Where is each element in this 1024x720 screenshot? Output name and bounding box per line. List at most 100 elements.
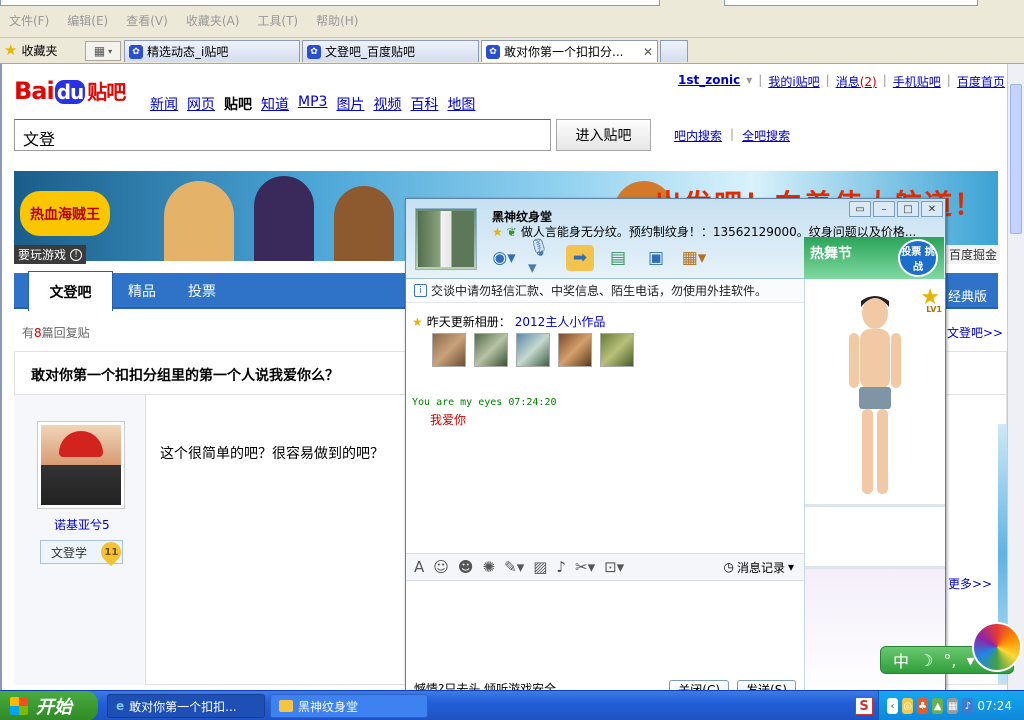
post-username[interactable]: 诺基亚兮5 — [54, 516, 110, 533]
user-level-badge[interactable]: 文登学 11 — [40, 537, 126, 567]
baidu-tieba-logo[interactable]: Bai du 贴吧 — [14, 76, 126, 105]
more-link[interactable]: 更多>> — [948, 575, 992, 592]
album-thumbnail[interactable] — [432, 333, 466, 367]
doodle-icon[interactable]: ✎▾ — [504, 558, 524, 576]
divider: | — [758, 73, 763, 87]
voice-call-icon[interactable]: 🎙▾ — [528, 238, 556, 278]
menu-tools[interactable]: 工具(T) — [248, 12, 307, 32]
ime-mode-label[interactable]: 中 — [893, 648, 909, 672]
reply-number: 8 — [34, 326, 42, 340]
font-icon[interactable]: A — [414, 558, 424, 576]
emoji-icon[interactable]: ☺ — [433, 558, 449, 576]
magic-emoji-icon[interactable]: ☻ — [458, 558, 474, 576]
menu-file[interactable]: 文件(F) — [0, 12, 58, 32]
nav-image[interactable]: 图片 — [336, 94, 364, 114]
page-scrollbar[interactable] — [1007, 64, 1024, 690]
music-icon[interactable]: ♪ — [556, 558, 566, 576]
tab-featured[interactable]: 精品 — [114, 273, 170, 309]
nav-baike[interactable]: 百科 — [410, 94, 438, 114]
minimize-icon[interactable]: – — [873, 201, 895, 217]
menu-help[interactable]: 帮助(H) — [307, 12, 367, 32]
tab-wendeng[interactable]: 文登吧 — [28, 271, 113, 311]
search-in-bar-link[interactable]: 吧内搜索 — [674, 127, 722, 144]
start-button[interactable]: 开始 — [0, 691, 98, 720]
screenshot-icon[interactable]: ✂▾ — [575, 558, 595, 576]
toolbox-icon[interactable]: ⊡▾ — [604, 558, 624, 576]
baidu-home-link[interactable]: 百度首页 — [957, 73, 1005, 90]
reply-prefix: 有 — [22, 326, 35, 340]
moon-icon[interactable]: ☽ — [919, 651, 933, 670]
nav-news[interactable]: 新闻 — [150, 94, 178, 114]
ad-challenge-button[interactable]: 投票 挑战 — [898, 239, 938, 277]
nav-map[interactable]: 地图 — [447, 94, 475, 114]
album-thumbnail[interactable] — [474, 333, 508, 367]
file-transfer-icon[interactable]: ➡ — [566, 245, 594, 271]
avatar[interactable] — [37, 421, 125, 509]
qq-header[interactable]: 黑神纹身堂 ★ ❦ 做人言能身无分纹。预约制纹身！：13562129000。纹身… — [406, 199, 945, 279]
address-bar-edge[interactable] — [0, 0, 660, 6]
taskbar-item-ie[interactable]: e 敢对你第一个扣扣... — [107, 694, 265, 718]
nav-tieba[interactable]: 贴吧 — [224, 94, 252, 114]
tab-vote[interactable]: 投票 — [174, 273, 230, 309]
menu-favorites[interactable]: 收藏夹(A) — [177, 12, 249, 32]
play-game-label[interactable]: 要玩游戏 ! — [14, 245, 87, 264]
mobile-tieba-link[interactable]: 手机贴吧 — [893, 73, 941, 90]
tray-arrow-icon[interactable]: ‹ — [887, 698, 899, 714]
ie-tab-2[interactable]: ✿ 文登吧_百度贴吧 — [302, 40, 479, 62]
ie-tab-1[interactable]: ✿ 精选动态_i贴吧 — [124, 40, 300, 62]
ime-logo-icon[interactable] — [972, 622, 1022, 672]
nav-zhidao[interactable]: 知道 — [261, 94, 289, 114]
tray-qq-icon[interactable]: ♣ — [917, 698, 929, 714]
qq-show-panel: ★ LV1 — [804, 279, 945, 692]
enter-bar-button[interactable]: 进入贴吧 — [556, 119, 651, 151]
album-thumbnail[interactable] — [600, 333, 634, 367]
tray-app-icon[interactable]: ◎ — [902, 698, 914, 714]
close-icon[interactable]: ✕ — [921, 201, 943, 217]
group-chat-icon[interactable]: ▤ — [604, 245, 632, 271]
new-tab-button[interactable] — [660, 40, 688, 62]
qq-show-avatar-figure[interactable] — [835, 291, 915, 506]
scrollbar-thumb[interactable] — [1010, 84, 1022, 234]
qq-chat-window[interactable]: 黑神纹身堂 ★ ❦ 做人言能身无分纹。预约制纹身！：13562129000。纹身… — [405, 198, 946, 693]
messages-link[interactable]: 消息(2) — [836, 73, 877, 90]
search-input[interactable]: 文登 — [14, 119, 551, 151]
message-history-button[interactable]: ◷ 消息记录 ▾ — [723, 559, 794, 576]
album-link[interactable]: 2012主人小作品 — [515, 313, 606, 330]
menu-edit[interactable]: 编辑(E) — [58, 12, 117, 32]
contact-avatar[interactable] — [415, 208, 477, 270]
banner-game-logo: 热血海贼王 — [20, 191, 110, 236]
classic-version-link[interactable]: 经典版 — [948, 286, 987, 305]
image-icon[interactable]: ▨ — [533, 558, 547, 576]
favorites-button[interactable]: ★ 收藏夹 — [4, 41, 57, 59]
video-call-icon[interactable]: ◉▾ — [490, 245, 518, 271]
chevron-down-icon[interactable]: ▾ — [746, 73, 752, 90]
maximize-icon[interactable]: □ — [897, 201, 919, 217]
search-bar-edge[interactable] — [724, 0, 978, 6]
close-tab-icon[interactable]: ✕ — [643, 45, 653, 59]
punctuation-icon[interactable]: °, — [943, 651, 956, 670]
tray-network-icon[interactable]: ▦ — [947, 698, 959, 714]
quick-tabs-icon[interactable]: ▦ ▾ — [85, 41, 121, 61]
nav-video[interactable]: 视频 — [373, 94, 401, 114]
baidu-miner-label[interactable]: 百度掘金 — [946, 245, 1001, 264]
to-bar-link[interactable]: 文登吧>> — [947, 324, 1003, 341]
message-input[interactable] — [406, 581, 804, 676]
search-all-link[interactable]: 全吧搜索 — [742, 127, 790, 144]
skin-icon[interactable]: ▭ — [849, 201, 871, 217]
sogou-icon[interactable]: S — [855, 697, 873, 715]
shake-icon[interactable]: ✺ — [483, 558, 496, 576]
ie-tab-3-active[interactable]: ✿ 敢对你第一个扣扣分... ✕ — [481, 40, 658, 62]
nav-web[interactable]: 网页 — [187, 94, 215, 114]
nav-mp3[interactable]: MP3 — [298, 94, 327, 114]
my-tieba-link[interactable]: 我的i贴吧 — [768, 73, 819, 90]
album-thumbnail[interactable] — [516, 333, 550, 367]
taskbar-item-qq[interactable]: 黑神纹身堂 — [270, 694, 428, 718]
album-thumbnail[interactable] — [558, 333, 592, 367]
remote-assist-icon[interactable]: ▣ — [642, 245, 670, 271]
qq-ad-banner[interactable]: 热舞节 投票 挑战 — [804, 237, 944, 279]
menu-view[interactable]: 查看(V) — [117, 12, 177, 32]
tray-security-icon[interactable]: ▲ — [932, 698, 944, 714]
app-box-icon[interactable]: ▦▾ — [680, 245, 708, 271]
username-link[interactable]: 1st_zonic — [678, 73, 740, 90]
tray-volume-icon[interactable]: ♪ — [962, 698, 974, 714]
